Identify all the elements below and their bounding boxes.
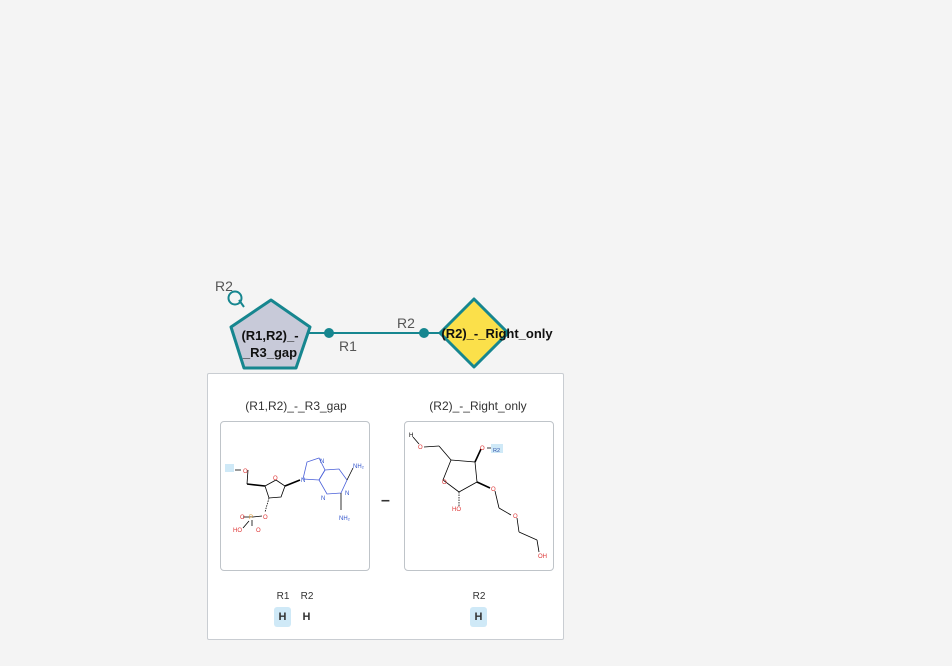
- structure-preview-1: O O N N N N NH₂ NH₂ HO P O O O: [220, 421, 370, 571]
- structure-preview-2: H O O R2 O HO O O OH: [404, 421, 554, 571]
- svg-text:O: O: [418, 445, 423, 451]
- svg-text:OH: OH: [538, 554, 547, 560]
- rgroup-value-m1-r1: H: [274, 607, 291, 627]
- rgroup-value-m1-r2: H: [302, 611, 311, 623]
- svg-text:O: O: [513, 514, 518, 520]
- svg-text:O: O: [480, 446, 485, 452]
- bond-start-label: R1: [339, 338, 357, 354]
- molecule-drawing-1: O O N N N N NH₂ NH₂ HO P O O O: [225, 457, 365, 534]
- rgroup-name-m1-r1: R1: [276, 591, 290, 602]
- svg-text:NH₂: NH₂: [353, 464, 365, 470]
- sugar-monomer[interactable]: (R1,R2)_- _R3_gap: [229, 298, 312, 370]
- base-monomer-label: (R2)_-_Right_only: [441, 326, 553, 341]
- svg-text:O: O: [442, 480, 447, 486]
- svg-text:O: O: [263, 515, 268, 521]
- preview-title-1: (R1,R2)_-_R3_gap: [245, 399, 347, 413]
- bond-attachment-point-r2[interactable]: [419, 328, 429, 338]
- base-monomer[interactable]: (R2)_-_Right_only: [438, 297, 553, 369]
- rgroup-name-m1-r2: R2: [300, 591, 314, 602]
- svg-text:N: N: [345, 491, 349, 497]
- svg-text:O: O: [240, 515, 245, 521]
- svg-text:HO: HO: [452, 507, 461, 513]
- svg-text:N: N: [321, 496, 325, 502]
- free-attachment-label: R2: [215, 278, 233, 294]
- svg-text:O: O: [243, 469, 248, 475]
- svg-text:R2: R2: [493, 448, 500, 454]
- svg-text:O: O: [273, 476, 278, 482]
- monomer-preview-card: (R1,R2)_-_R3_gap (R2)_-_Right_only O O N…: [207, 373, 564, 640]
- svg-text:N: N: [301, 478, 305, 484]
- svg-text:HO: HO: [233, 528, 242, 534]
- sugar-monomer-label-line1: (R1,R2)_-: [241, 328, 298, 343]
- bond-end-label: R2: [397, 315, 415, 331]
- svg-text:H: H: [409, 433, 413, 439]
- molecule-drawing-2: H O O R2 O HO O O OH: [409, 433, 547, 560]
- svg-text:P: P: [249, 515, 253, 521]
- sugar-monomer-label-line2: _R3_gap: [242, 345, 297, 360]
- rgroup-name-m2-r2: R2: [472, 591, 486, 602]
- bond-attachment-point-r1[interactable]: [324, 328, 334, 338]
- svg-text:N: N: [320, 459, 324, 465]
- preview-separator: –: [381, 492, 390, 509]
- svg-text:O: O: [491, 487, 496, 493]
- preview-title-2: (R2)_-_Right_only: [429, 399, 527, 413]
- rgroup-value-m2-r2: H: [470, 607, 487, 627]
- svg-text:O: O: [256, 528, 261, 534]
- svg-text:NH₂: NH₂: [339, 516, 351, 522]
